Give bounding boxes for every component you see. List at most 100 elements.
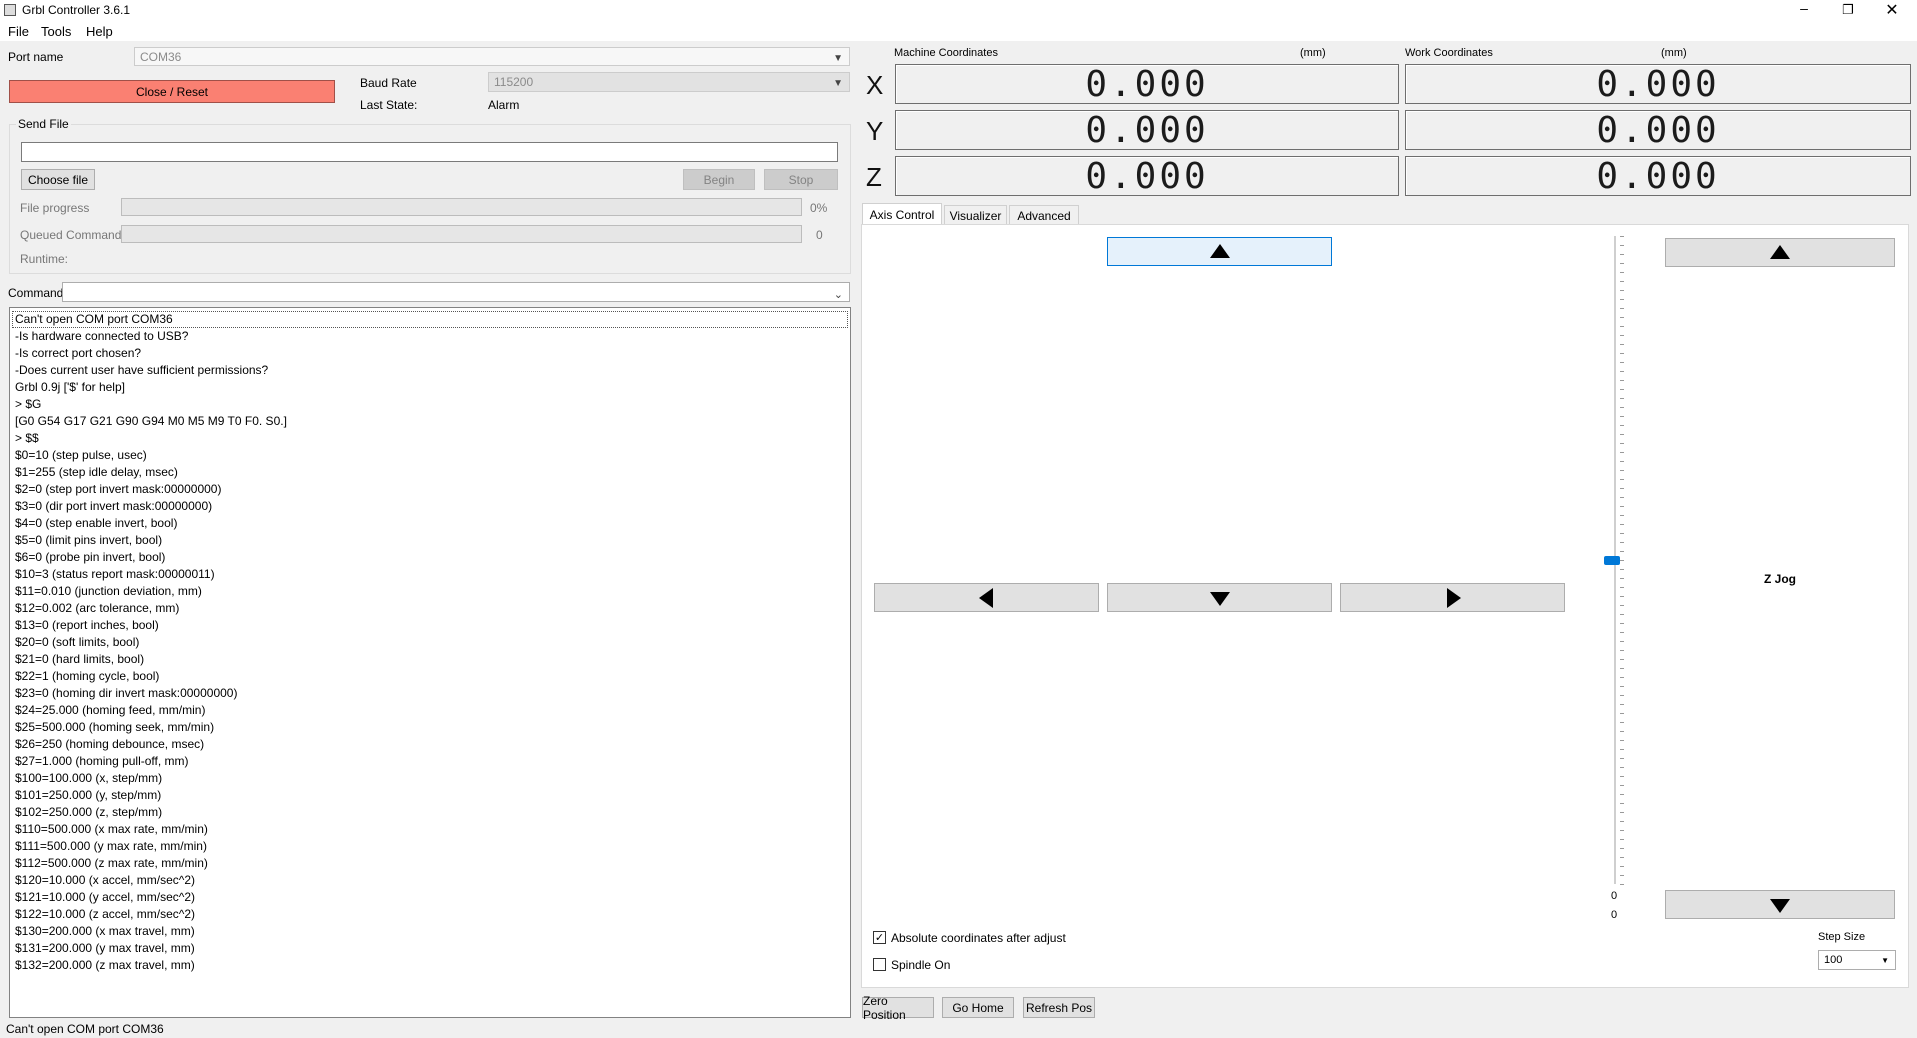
refresh-pos-button[interactable]: Refresh Pos xyxy=(1023,997,1095,1018)
slider-tick xyxy=(1620,587,1624,588)
slider-tick xyxy=(1620,794,1624,795)
go-home-button[interactable]: Go Home xyxy=(942,997,1014,1018)
slider-handle[interactable] xyxy=(1604,556,1620,565)
slider-tick xyxy=(1620,470,1624,471)
tab-advanced-label: Advanced xyxy=(1017,208,1071,223)
console-line: $2=0 (step port invert mask:00000000) xyxy=(15,482,222,496)
step-size-select[interactable]: 100 ▼ xyxy=(1818,950,1896,970)
refresh-pos-label: Refresh Pos xyxy=(1025,1000,1093,1015)
slider-tick xyxy=(1620,407,1624,408)
tab-visualizer-label: Visualizer xyxy=(949,208,1002,223)
console-output[interactable]: Can't open COM port COM36 -Is hardware co… xyxy=(9,307,851,1018)
slider-tick xyxy=(1620,461,1624,462)
slider-tick xyxy=(1620,812,1624,813)
chevron-down-icon: ⌄ xyxy=(833,289,843,301)
jog-x-minus-button[interactable] xyxy=(874,583,1099,612)
machine-x-display: 0.000 xyxy=(895,64,1399,105)
maximize-icon[interactable]: ❐ xyxy=(1840,2,1856,18)
jog-z-minus-button[interactable] xyxy=(1665,890,1895,919)
port-name-value: COM36 xyxy=(140,49,182,64)
tab-axis-control[interactable]: Axis Control xyxy=(862,203,942,225)
arrow-down-icon xyxy=(1770,898,1790,913)
choose-file-label: Choose file xyxy=(27,172,89,187)
console-line: $112=500.000 (z max rate, mm/min) xyxy=(15,856,208,870)
last-state-label: Last State: xyxy=(360,98,418,112)
console-line: $6=0 (probe pin invert, bool) xyxy=(15,550,166,564)
slider-tick xyxy=(1620,272,1624,273)
console-line: [G0 G54 G17 G21 G90 G94 M0 M5 M9 T0 F0. … xyxy=(15,414,287,428)
window-title: Grbl Controller 3.6.1 xyxy=(22,3,131,17)
queued-commands-value: 0 xyxy=(816,228,823,242)
stop-label: Stop xyxy=(788,172,814,187)
machine-y-display: 0.000 xyxy=(895,110,1399,151)
z-jog-label: Z Jog xyxy=(1764,572,1796,586)
console-line: -Is correct port chosen? xyxy=(15,346,142,360)
slider-tick xyxy=(1620,290,1624,291)
console-line: $24=25.000 (homing feed, mm/min) xyxy=(15,703,206,717)
slider-tick xyxy=(1620,524,1624,525)
slider-tick xyxy=(1620,299,1624,300)
console-line: $122=10.000 (z accel, mm/sec^2) xyxy=(15,907,196,921)
console-line: $12=0.002 (arc tolerance, mm) xyxy=(15,601,180,615)
console-line: $120=10.000 (x accel, mm/sec^2) xyxy=(15,873,196,887)
console-line: $111=500.000 (y max rate, mm/min) xyxy=(15,839,207,853)
console-line: $25=500.000 (homing seek, mm/min) xyxy=(15,720,215,734)
slider-tick xyxy=(1620,866,1624,867)
machine-coordinates-label: Machine Coordinates xyxy=(894,47,998,59)
console-lines: Can't open COM port COM36 -Is hardware co… xyxy=(15,311,287,974)
console-line: $102=250.000 (z, step/mm) xyxy=(15,805,163,819)
begin-label: Begin xyxy=(703,172,735,187)
console-line: -Is hardware connected to USB? xyxy=(15,329,189,343)
close-icon[interactable]: ✕ xyxy=(1884,0,1900,19)
slider-tick xyxy=(1620,830,1624,831)
tab-visualizer[interactable]: Visualizer xyxy=(944,205,1007,225)
arrow-up-icon xyxy=(1770,244,1790,259)
slider-tick xyxy=(1620,236,1624,237)
absolute-coords-label: Absolute coordinates after adjust xyxy=(891,931,1066,945)
slider-tick xyxy=(1620,785,1624,786)
command-input[interactable]: ⌄ xyxy=(62,282,850,302)
begin-button[interactable]: Begin xyxy=(683,169,755,190)
slider-tick xyxy=(1620,704,1624,705)
menu-bar: File Tools Help xyxy=(0,21,1917,41)
close-reset-button[interactable]: Close / Reset xyxy=(9,80,335,103)
slider-tick xyxy=(1620,614,1624,615)
jog-z-plus-button[interactable] xyxy=(1665,238,1895,267)
zero-position-button[interactable]: Zero Position xyxy=(862,994,934,1022)
baud-rate-select[interactable]: 115200 ▼ xyxy=(488,72,850,92)
choose-file-button[interactable]: Choose file xyxy=(21,169,95,190)
slider-ticks xyxy=(1620,236,1626,885)
file-path-input[interactable] xyxy=(21,142,838,162)
console-selection xyxy=(12,311,848,328)
axis-label-z: Z xyxy=(866,162,882,192)
jog-y-minus-button[interactable] xyxy=(1107,583,1332,612)
jog-y-plus-button[interactable] xyxy=(1107,237,1332,266)
minimize-icon[interactable]: – xyxy=(1796,0,1812,18)
stop-button[interactable]: Stop xyxy=(764,169,838,190)
arrow-right-icon xyxy=(1446,587,1461,608)
absolute-coords-checkbox[interactable]: ✓ xyxy=(873,931,886,944)
console-line: $5=0 (limit pins invert, bool) xyxy=(15,533,163,547)
slider-tick xyxy=(1620,821,1624,822)
tab-advanced[interactable]: Advanced xyxy=(1009,205,1079,225)
jog-x-plus-button[interactable] xyxy=(1340,583,1565,612)
spindle-on-checkbox[interactable] xyxy=(873,958,886,971)
menu-file[interactable]: File xyxy=(8,24,29,39)
send-file-title: Send File xyxy=(16,117,71,131)
slider-tick xyxy=(1620,263,1624,264)
step-size-value: 100 xyxy=(1824,954,1843,966)
z-jog-slider[interactable] xyxy=(1604,236,1628,885)
slider-tick xyxy=(1620,623,1624,624)
slider-tick xyxy=(1620,479,1624,480)
slider-tick xyxy=(1620,434,1624,435)
baud-rate-value: 115200 xyxy=(494,75,534,89)
work-y-value: 0.000 xyxy=(1596,109,1720,151)
menu-help[interactable]: Help xyxy=(86,24,113,39)
menu-tools[interactable]: Tools xyxy=(41,24,71,39)
console-line: $110=500.000 (x max rate, mm/min) xyxy=(15,822,208,836)
machine-unit-label: (mm) xyxy=(1300,47,1326,59)
queued-commands-label: Queued Commands xyxy=(20,228,128,242)
console-line: $132=200.000 (z max travel, mm) xyxy=(15,958,195,972)
port-name-select[interactable]: COM36 ▼ xyxy=(134,47,850,66)
console-line: -Does current user have sufficient permi… xyxy=(15,363,269,377)
